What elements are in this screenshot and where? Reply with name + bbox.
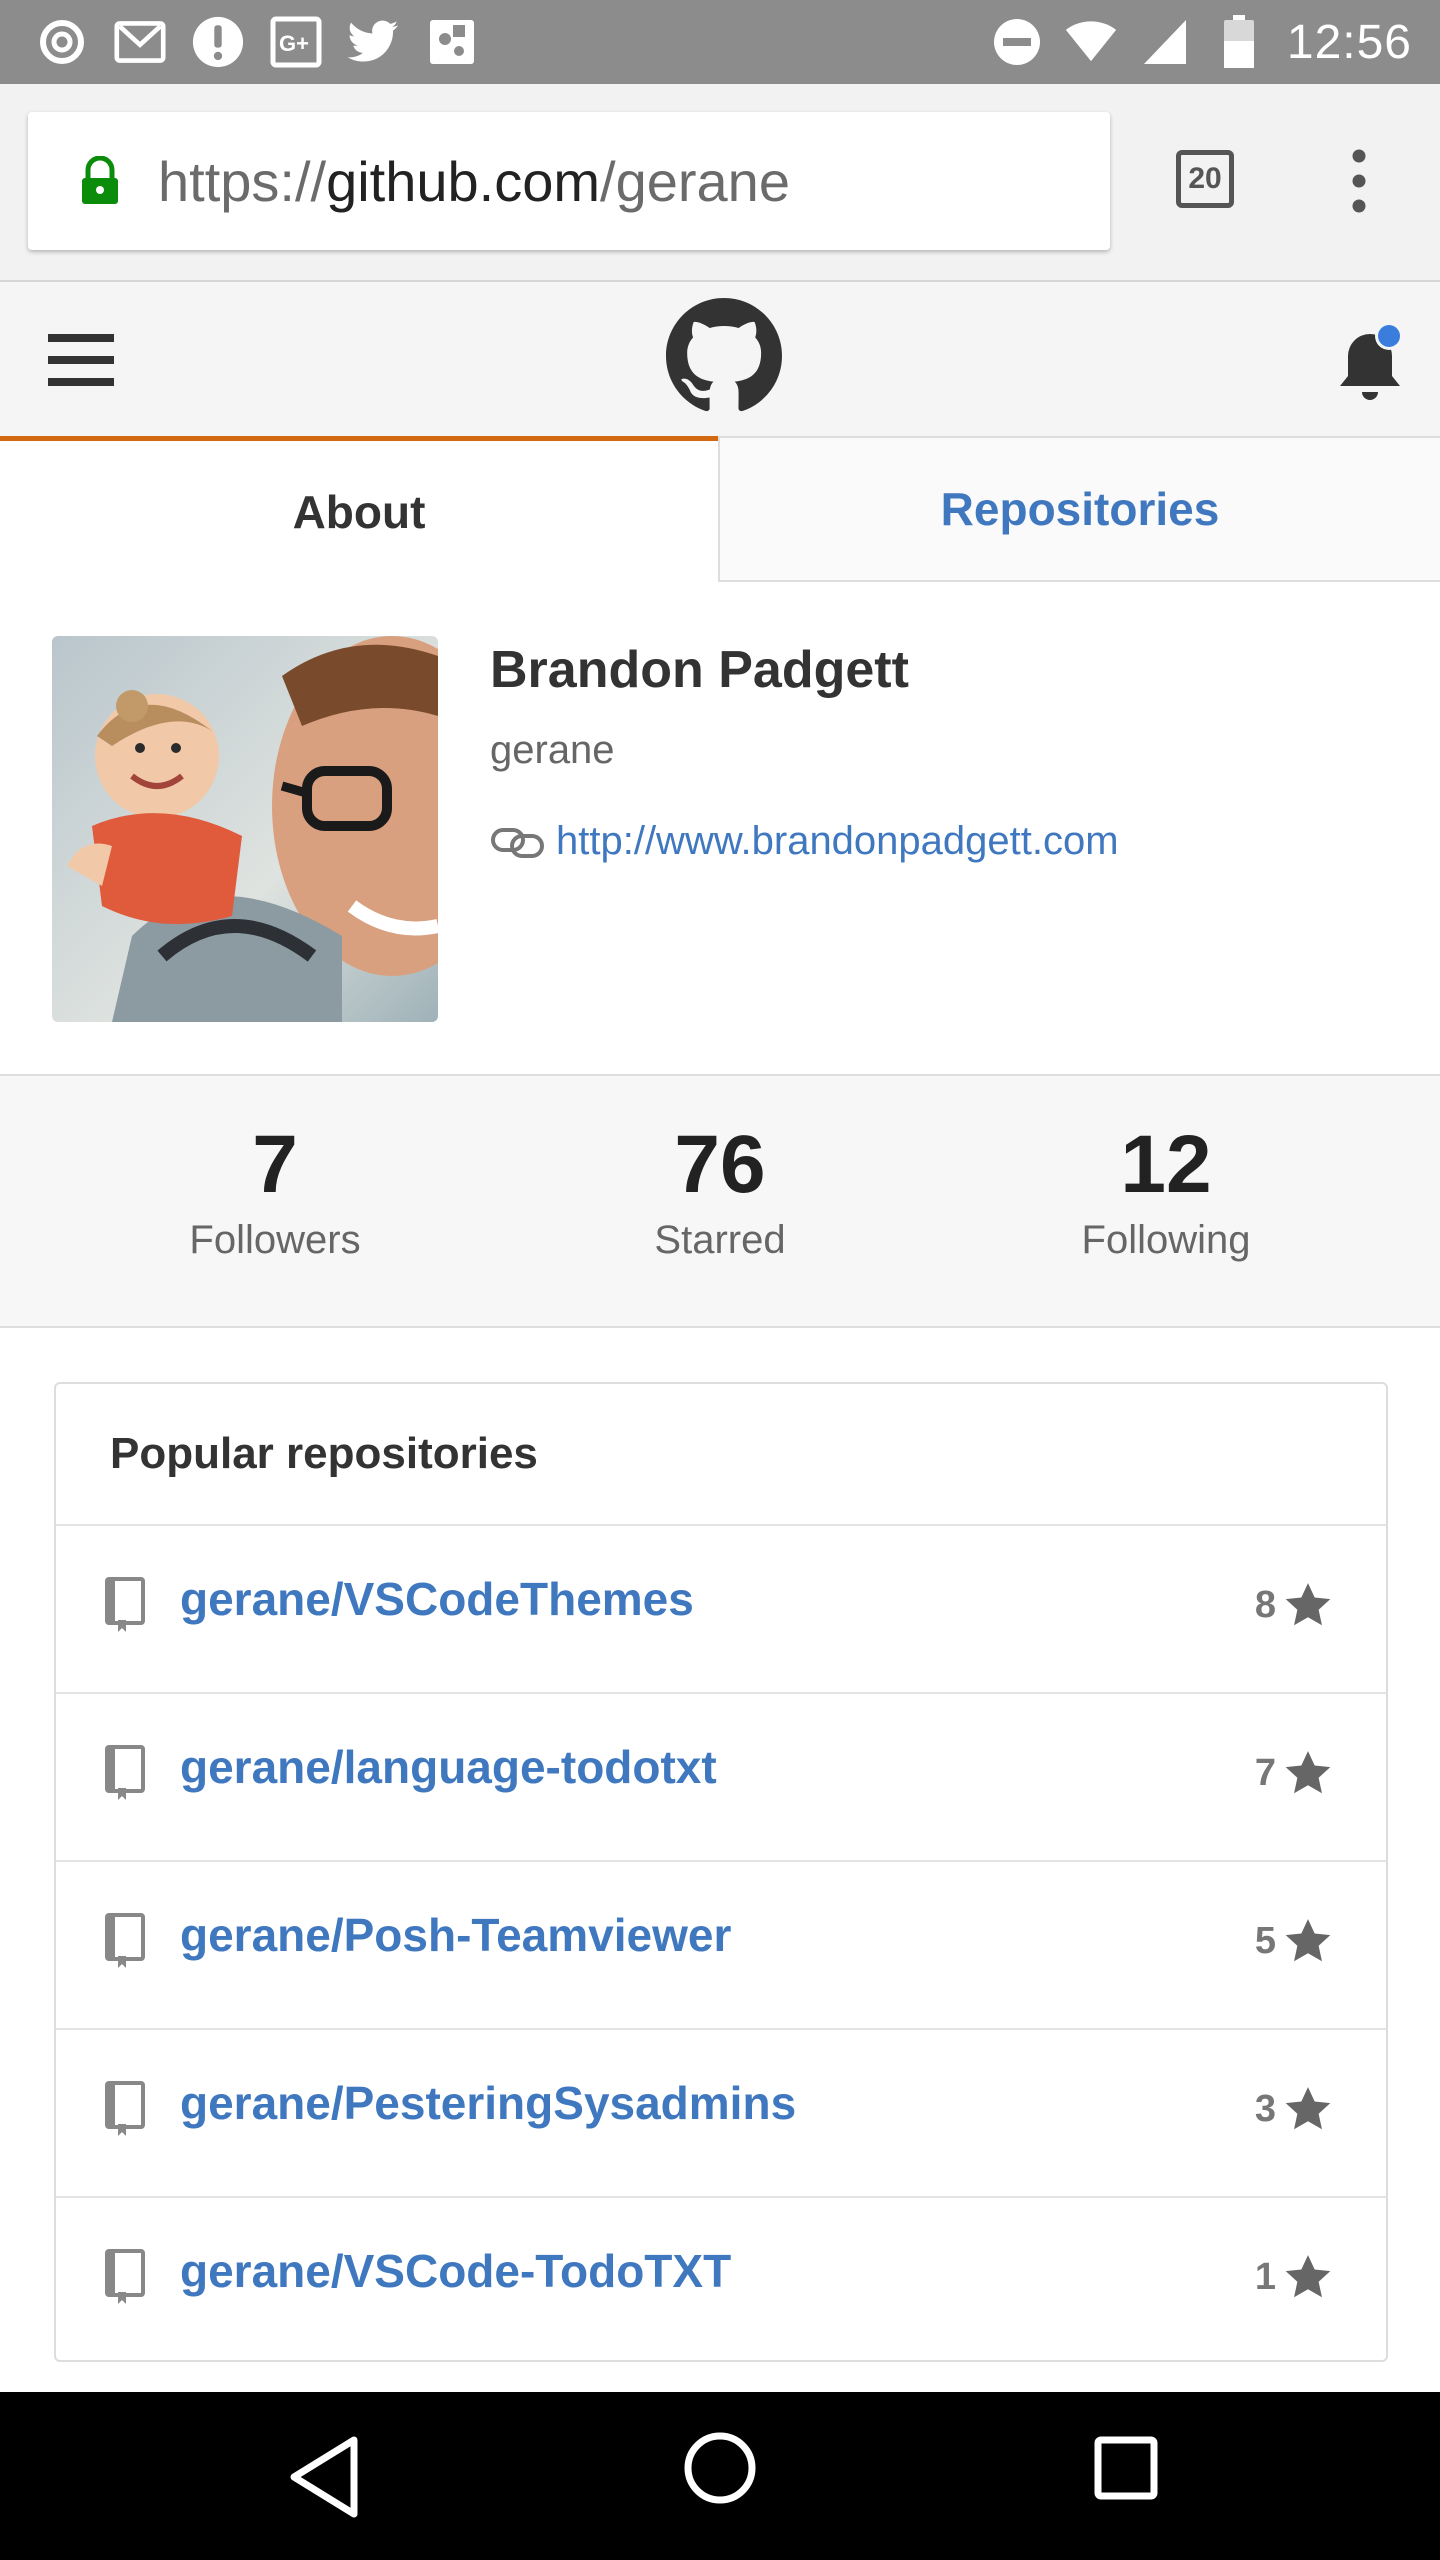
star-icon [1285,1751,1331,1794]
link-icon [491,828,544,858]
profile-stats: 7 Followers 76 Starred 12 Following [0,1074,1440,1328]
avatar [52,636,438,1022]
star-icon [1285,1919,1331,1962]
profile-name: Brandon Padgett [490,641,909,699]
repo-name[interactable]: gerane/VSCode-TodoTXT [180,2244,731,2298]
overflow-menu-icon[interactable] [1336,148,1382,214]
tab-repositories[interactable]: Repositories [718,436,1440,582]
stat-followers[interactable]: 7 Followers [125,1124,425,1263]
repo-book-icon [105,1577,145,1632]
repo-name[interactable]: gerane/PesteringSysadmins [180,2076,796,2130]
stat-starred[interactable]: 76 Starred [570,1124,870,1263]
repo-book-icon [105,2081,145,2136]
android-nav-bar [0,2392,1440,2560]
star-count: 8 [1254,1583,1276,1626]
notification-dot [1378,325,1400,347]
notifications-bell-icon[interactable] [1328,316,1408,400]
wifi-icon [1065,16,1117,68]
home-icon[interactable] [682,2430,758,2506]
url-bar[interactable]: https://github.com/gerane [28,112,1110,250]
sync-icon [36,16,88,68]
stat-value: 76 [674,1119,766,1210]
star-count: 7 [1254,1751,1276,1794]
repo-name[interactable]: gerane/VSCodeThemes [180,1572,694,1626]
battery-icon [1213,15,1265,68]
popular-repositories-heading: Popular repositories [56,1384,1386,1526]
svg-text:G+: G+ [279,31,309,56]
star-icon [1285,2255,1331,2298]
repo-book-icon [105,1913,145,1968]
star-count: 1 [1254,2255,1276,2298]
url-text: https://github.com/gerane [158,149,790,214]
repo-row[interactable]: gerane/PesteringSysadmins 3 [56,2030,1386,2198]
repo-row[interactable]: gerane/VSCodeThemes 8 [56,1526,1386,1694]
star-icon [1285,2087,1331,2130]
url-path: /gerane [600,149,790,213]
signal-icon [1139,16,1191,68]
stat-label: Following [1081,1218,1251,1262]
stat-following[interactable]: 12 Following [1016,1124,1316,1263]
dnd-icon [991,16,1043,68]
alert-icon [192,16,244,68]
star-count: 3 [1254,2087,1276,2130]
repo-stars: 3 [1255,2084,1334,2134]
stat-label: Followers [189,1218,361,1262]
tab-switcher-button[interactable]: 20 [1176,150,1234,208]
clock: 12:56 [1286,15,1412,69]
hamburger-menu-icon[interactable] [48,330,114,390]
website-url[interactable]: http://www.brandonpadgett.com [556,819,1119,864]
profile-username: gerane [490,728,615,772]
repo-stars: 8 [1255,1580,1334,1630]
lock-icon [82,156,118,204]
back-icon[interactable] [282,2432,364,2522]
github-header [0,282,1440,438]
repo-name[interactable]: gerane/language-todotxt [180,1740,717,1794]
star-count: 5 [1254,1919,1276,1962]
repo-book-icon [105,1745,145,1800]
popular-repositories-panel: Popular repositories gerane/VSCodeThemes… [54,1382,1388,2362]
stat-value: 7 [252,1119,298,1210]
repo-stars: 1 [1255,2252,1334,2302]
repo-book-icon [105,2249,145,2304]
twitter-icon [348,16,400,68]
recents-icon[interactable] [1092,2434,1160,2502]
stat-value: 12 [1120,1119,1212,1210]
profile-tabs: About Repositories [0,436,1440,582]
url-host: github.com [326,149,601,213]
browser-toolbar: https://github.com/gerane 20 [0,84,1440,282]
repo-name[interactable]: gerane/Posh-Teamviewer [180,1908,731,1962]
url-scheme: https:// [158,149,327,213]
status-bar: G+ 12:56 [0,0,1440,84]
repo-row[interactable]: gerane/language-todotxt 7 [56,1694,1386,1862]
google-plus-icon: G+ [270,16,322,68]
repo-row[interactable]: gerane/Posh-Teamviewer 5 [56,1862,1386,2030]
tab-about[interactable]: About [0,436,718,582]
github-logo-icon[interactable] [666,298,782,414]
puzzle-icon [426,16,478,68]
repo-row[interactable]: gerane/VSCode-TodoTXT 1 [56,2198,1386,2360]
star-icon [1285,1583,1331,1626]
gmail-icon [114,16,166,68]
repo-stars: 7 [1255,1748,1334,1798]
stat-label: Starred [654,1218,786,1262]
profile-website-link[interactable]: http://www.brandonpadgett.com [490,818,1119,864]
repo-stars: 5 [1255,1916,1334,1966]
